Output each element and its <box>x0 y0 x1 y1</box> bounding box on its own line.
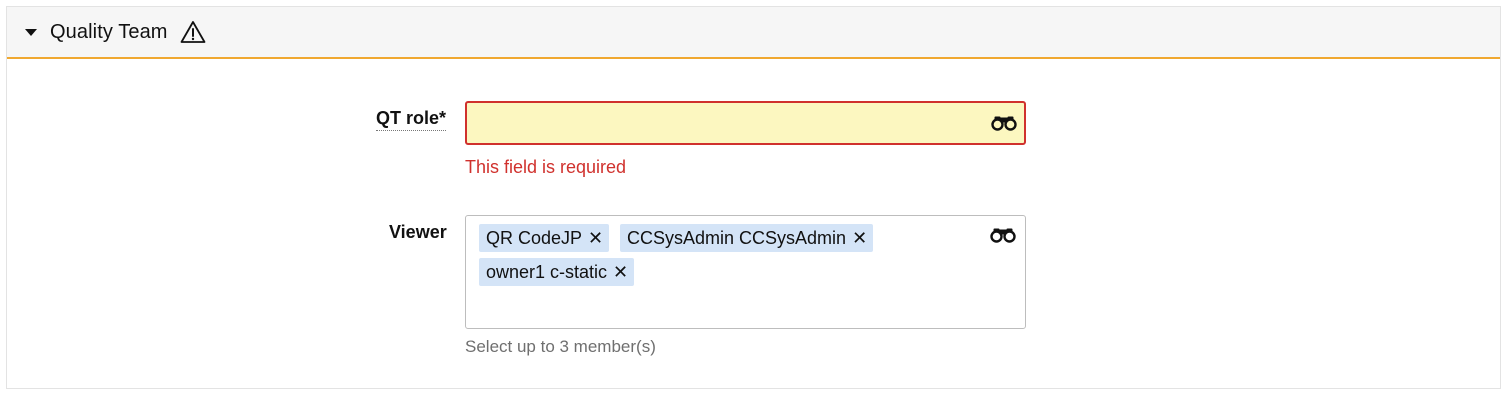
viewer-help-text: Select up to 3 member(s) <box>465 337 656 356</box>
qt-role-error-message: This field is required <box>465 157 627 177</box>
warning-triangle-icon <box>180 21 205 43</box>
viewer-multi-select[interactable]: QR CodeJP ✕ CCSysAdmin CCSysAdmin ✕ owne… <box>465 215 1026 329</box>
section-title: Quality Team <box>50 20 168 43</box>
qt-role-input[interactable] <box>465 101 1026 145</box>
section-header-toggle[interactable]: Quality Team <box>7 7 1500 59</box>
remove-tag-icon[interactable]: ✕ <box>588 229 603 247</box>
remove-tag-icon[interactable]: ✕ <box>613 263 628 281</box>
viewer-tag: CCSysAdmin CCSysAdmin ✕ <box>620 224 874 252</box>
viewer-tag-label: QR CodeJP <box>486 227 583 248</box>
binoculars-icon[interactable] <box>991 115 1017 131</box>
viewer-tag: QR CodeJP ✕ <box>479 224 610 252</box>
quality-team-section: Quality Team <box>6 6 1501 389</box>
remove-tag-icon[interactable]: ✕ <box>852 229 867 247</box>
binoculars-icon[interactable] <box>990 227 1016 243</box>
viewer-label: Viewer <box>389 222 447 242</box>
viewer-tag-label: owner1 c-static <box>486 261 608 282</box>
caret-down-icon[interactable] <box>25 28 37 36</box>
viewer-tag-label: CCSysAdmin CCSysAdmin <box>627 227 847 248</box>
viewer-tag: owner1 c-static ✕ <box>479 258 635 286</box>
qt-role-label: QT role* <box>376 108 447 131</box>
